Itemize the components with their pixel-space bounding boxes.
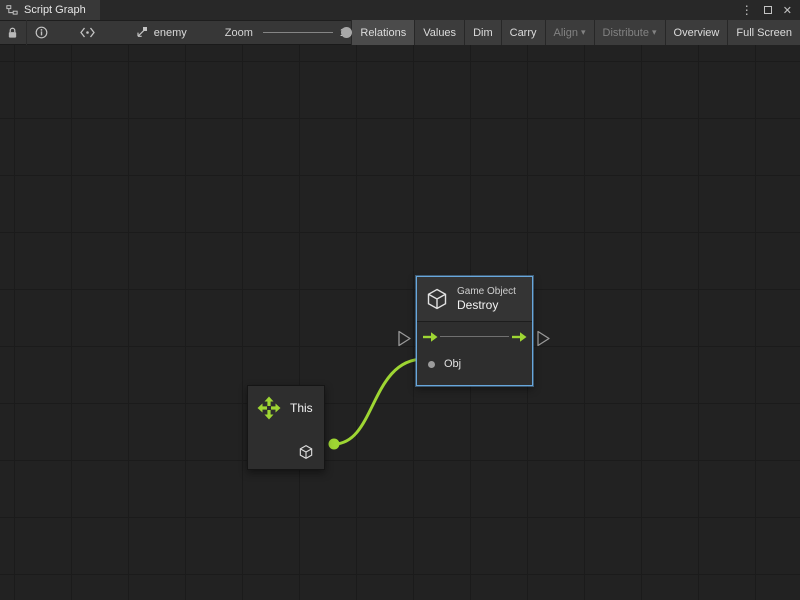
script-graph-icon — [6, 4, 18, 16]
obj-input-port[interactable] — [428, 361, 435, 368]
node-category: Game Object — [457, 286, 516, 297]
relations-button[interactable]: Relations — [351, 20, 414, 45]
node-destroy-header[interactable]: Game Object Destroy — [417, 277, 532, 322]
relation-line — [440, 336, 509, 337]
obj-port-label: Obj — [444, 358, 461, 370]
node-title: This — [290, 401, 313, 415]
node-this[interactable]: This — [247, 385, 325, 470]
tab-title: Script Graph — [24, 4, 86, 16]
window-menu-icon[interactable]: ⋮ — [741, 0, 753, 20]
maximize-icon[interactable] — [764, 6, 772, 14]
close-icon[interactable]: ✕ — [783, 4, 792, 17]
zoom-slider-track — [263, 32, 333, 33]
align-button[interactable]: Align ▾ — [545, 20, 594, 45]
toolbar-buttons: Relations Values Dim Carry Align ▾ Distr… — [351, 20, 800, 45]
distribute-button[interactable]: Distribute ▾ — [594, 20, 665, 45]
control-flow-row — [417, 322, 532, 352]
flow-input-arrow-icon[interactable] — [422, 331, 438, 343]
connections-layer — [0, 45, 800, 600]
this-output-port[interactable] — [329, 439, 340, 450]
fullscreen-button[interactable]: Full Screen — [727, 20, 800, 45]
this-move-icon — [257, 396, 281, 420]
window-titlebar: Script Graph ⋮ ✕ — [0, 0, 800, 20]
game-object-cube-icon — [425, 287, 449, 311]
obj-port-row[interactable]: Obj — [417, 352, 532, 376]
zoom-label: Zoom — [225, 27, 253, 39]
connection-this-to-obj[interactable] — [334, 359, 424, 444]
graph-name: enemy — [154, 27, 187, 39]
edit-graph-icon[interactable] — [80, 27, 95, 38]
overview-button[interactable]: Overview — [665, 20, 728, 45]
graph-toolbar: enemy Zoom 1x Relations Values Dim Carry… — [0, 20, 800, 45]
carry-button[interactable]: Carry — [501, 20, 545, 45]
chevron-down-icon: ▾ — [652, 27, 657, 38]
node-title: Destroy — [457, 298, 516, 312]
graph-breadcrumb[interactable]: enemy — [135, 26, 187, 39]
zoom-slider[interactable] — [263, 20, 333, 45]
control-output-triangle-icon[interactable] — [538, 332, 549, 346]
dim-button[interactable]: Dim — [464, 20, 501, 45]
graph-asset-icon — [135, 26, 148, 39]
chevron-down-icon: ▾ — [581, 27, 586, 38]
graph-canvas[interactable]: Game Object Destroy Obj — [0, 45, 800, 600]
info-icon[interactable] — [35, 26, 48, 39]
control-input-triangle-icon[interactable] — [399, 332, 410, 346]
game-object-output-cube-icon[interactable] — [298, 444, 314, 460]
tab-script-graph[interactable]: Script Graph — [0, 0, 100, 20]
flow-output-arrow-icon[interactable] — [511, 331, 527, 343]
zoom-slider-handle[interactable] — [341, 27, 352, 38]
toolbar-separator — [26, 20, 27, 45]
values-button[interactable]: Values — [414, 20, 464, 45]
node-destroy[interactable]: Game Object Destroy Obj — [416, 276, 533, 386]
lock-icon[interactable] — [7, 26, 18, 40]
